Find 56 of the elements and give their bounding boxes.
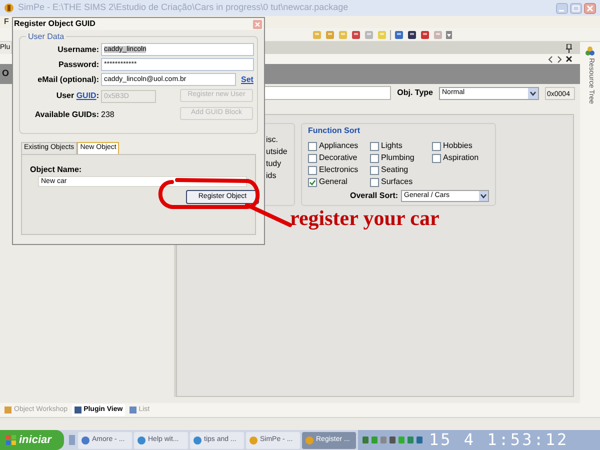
checkbox[interactable] (370, 154, 379, 162)
checkbox[interactable] (308, 142, 317, 150)
next-icon[interactable] (557, 56, 562, 62)
windows-logo-icon (6, 435, 16, 445)
plugin-heading: O (2, 67, 10, 80)
checkbox[interactable] (370, 178, 379, 186)
field-label: eMail (optional): (36, 74, 100, 86)
checkbox-label: Electronics (319, 164, 358, 176)
checkbox-label: Seating (381, 164, 408, 176)
previous-icon[interactable] (548, 56, 553, 62)
overall-sort-label: Overall Sort: (350, 190, 398, 202)
field-label: Username: (56, 44, 100, 56)
maximize-icon[interactable] (570, 2, 582, 14)
close-icon[interactable] (566, 56, 572, 62)
quick-launch-icon[interactable] (68, 434, 76, 446)
checkbox-label: General (319, 176, 348, 188)
type-label: Obj. Type (397, 87, 433, 99)
checkbox-label: Appliances (319, 140, 358, 152)
annotation-text: register your car (290, 205, 440, 232)
checkbox[interactable] (370, 166, 379, 174)
checkbox-label: Decorative (319, 152, 358, 164)
minimize-icon[interactable] (556, 2, 568, 14)
checkbox[interactable] (308, 166, 317, 174)
tree-icon[interactable] (585, 46, 595, 56)
checkbox[interactable] (370, 142, 379, 150)
dropdown-icon[interactable] (479, 191, 488, 201)
group-title: Function Sort (308, 125, 361, 137)
checkbox-label: Hobbies (443, 140, 472, 152)
checkbox-label: Surfaces (381, 176, 413, 188)
checkbox-label: ids (266, 170, 278, 180)
checkbox[interactable] (308, 154, 317, 162)
overflow-icon[interactable] (446, 30, 452, 38)
dropdown-icon[interactable] (528, 88, 538, 98)
object-name-label: Object Name: (30, 164, 83, 176)
checkbox[interactable] (308, 178, 317, 186)
checkbox-label: tudy (266, 158, 282, 168)
checkbox-label: Plumbing (381, 152, 414, 164)
available-count: 238 (101, 109, 114, 121)
clock: 15 4 1:53:12 (429, 429, 569, 450)
menu-item[interactable]: F (4, 16, 9, 28)
checkbox-label: Aspiration (443, 152, 479, 164)
field-label: Available GUIDs: (34, 109, 100, 121)
app-icon (249, 436, 258, 444)
window-title: SimPe - E:\THE SIMS 2\Estudio de Criação\Cars in progress\0 tut\newcar.package (18, 1, 350, 14)
checkbox-label: isc. (266, 134, 279, 144)
guid-label: User GUID: (55, 90, 100, 102)
app-icon (305, 436, 314, 444)
app-icon (4, 3, 14, 13)
checkbox-label: Lights (381, 140, 402, 152)
checkbox[interactable] (432, 142, 441, 150)
checkbox[interactable] (432, 154, 441, 162)
check-icon (309, 178, 316, 186)
field-label: Password: (58, 58, 100, 70)
set-link[interactable]: Set (241, 74, 254, 86)
checkbox-label: utside (266, 146, 288, 156)
dialog-title: Register Object GUID (14, 18, 96, 30)
